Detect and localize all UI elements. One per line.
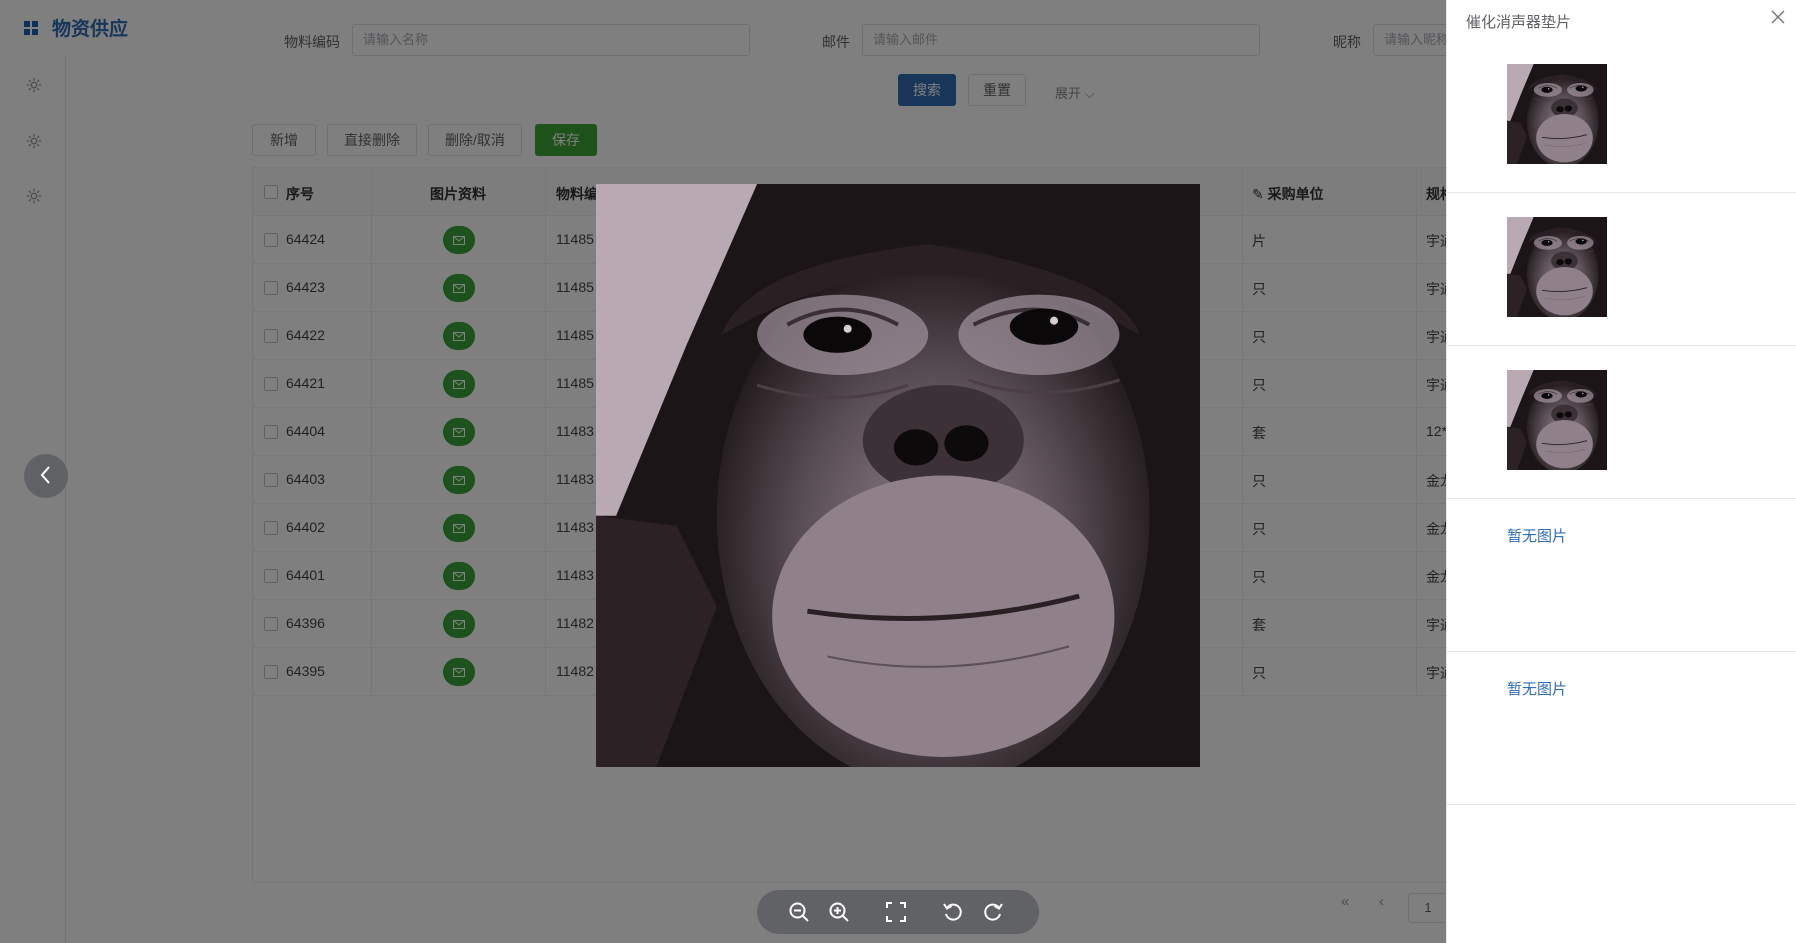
drawer-image-item[interactable]: [1447, 346, 1796, 499]
close-icon[interactable]: [1771, 10, 1785, 24]
thumbnail-image[interactable]: [1507, 370, 1607, 470]
viewer-toolbar: [757, 890, 1039, 934]
thumbnail-image[interactable]: [1507, 64, 1607, 164]
rotate-right-icon[interactable]: [982, 901, 1004, 923]
drawer-empty-item: 暂无图片: [1447, 652, 1796, 805]
no-image-text: 暂无图片: [1507, 681, 1568, 698]
drawer-empty-item: 暂无图片: [1447, 499, 1796, 652]
image-drawer: 催化消声器垫片 暂无图片 暂无图片: [1446, 0, 1796, 943]
rotate-left-icon[interactable]: [942, 901, 964, 923]
drawer-image-item[interactable]: [1447, 193, 1796, 346]
preview-image: [596, 184, 1200, 767]
fullscreen-icon[interactable]: [885, 901, 907, 923]
drawer-title: 催化消声器垫片: [1466, 14, 1572, 31]
zoom-out-icon[interactable]: [788, 901, 810, 923]
no-image-text: 暂无图片: [1507, 528, 1568, 545]
chevron-left-icon: [39, 465, 53, 488]
drawer-image-item[interactable]: [1447, 40, 1796, 193]
zoom-in-icon[interactable]: [828, 901, 850, 923]
prev-image-button[interactable]: [24, 454, 68, 498]
thumbnail-image[interactable]: [1507, 217, 1607, 317]
